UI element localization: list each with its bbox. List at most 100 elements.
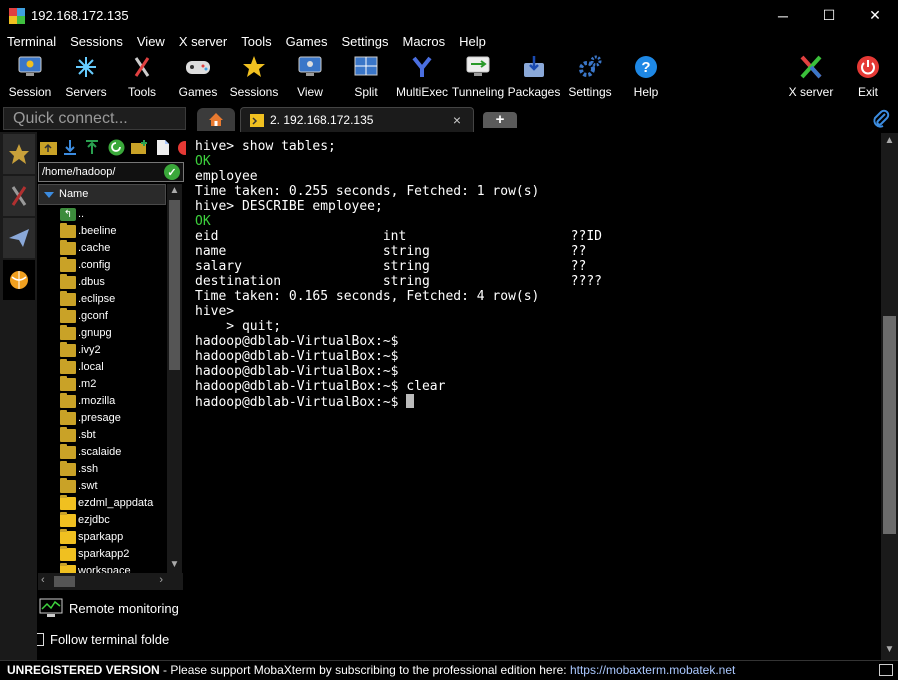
scroll-down-icon[interactable]: ▼ bbox=[167, 559, 182, 573]
gamepad-icon bbox=[185, 54, 211, 80]
list-item[interactable]: .local bbox=[37, 359, 166, 377]
hscrollbar-thumb[interactable] bbox=[54, 576, 75, 587]
scroll-down-icon[interactable]: ▼ bbox=[881, 644, 898, 658]
close-button[interactable]: ✕ bbox=[852, 0, 898, 31]
tab-session-label: 2. 192.168.172.135 bbox=[270, 113, 374, 127]
view-button[interactable]: View bbox=[282, 51, 338, 104]
scroll-up-icon[interactable]: ▲ bbox=[881, 135, 898, 149]
split-button[interactable]: Split bbox=[338, 51, 394, 104]
folder-icon bbox=[60, 376, 76, 391]
parent-folder-icon[interactable] bbox=[40, 139, 57, 156]
list-item[interactable]: .swt bbox=[37, 478, 166, 496]
home-tab[interactable] bbox=[197, 108, 235, 131]
remote-monitoring-button[interactable]: Remote monitoring bbox=[37, 596, 186, 620]
terminal-scrollbar-thumb[interactable] bbox=[883, 316, 896, 534]
file-list-scrollbar[interactable]: ▲ ▼ bbox=[167, 184, 182, 574]
folder-icon bbox=[60, 427, 76, 442]
window-title: 192.168.172.135 bbox=[31, 8, 129, 23]
menu-help[interactable]: Help bbox=[459, 34, 486, 49]
mobatek-link[interactable]: https://mobaxterm.mobatek.net bbox=[570, 663, 735, 677]
new-file-icon[interactable] bbox=[154, 139, 171, 156]
sidebar-tab-tools[interactable] bbox=[3, 176, 35, 216]
tunneling-icon bbox=[465, 54, 491, 80]
path-go-button[interactable]: ✓ bbox=[164, 164, 180, 180]
menu-tools[interactable]: Tools bbox=[241, 34, 271, 49]
folder-icon bbox=[60, 495, 76, 510]
tab-close-icon[interactable]: × bbox=[453, 112, 461, 128]
help-button[interactable]: ? Help bbox=[618, 51, 674, 104]
list-item[interactable]: .ivy2 bbox=[37, 342, 166, 360]
menu-games[interactable]: Games bbox=[286, 34, 328, 49]
menu-settings[interactable]: Settings bbox=[342, 34, 389, 49]
name-column-header[interactable]: Name bbox=[38, 184, 166, 205]
multiexec-button[interactable]: MultiExec bbox=[394, 51, 450, 104]
list-item[interactable]: .sbt bbox=[37, 427, 166, 445]
list-item[interactable]: .ssh bbox=[37, 461, 166, 479]
scrollbar-thumb[interactable] bbox=[169, 200, 180, 370]
sidebar-tab-sessions[interactable] bbox=[3, 134, 35, 174]
packages-button[interactable]: Packages bbox=[506, 51, 562, 104]
multiexec-icon bbox=[409, 54, 435, 80]
list-item[interactable]: ↰.. bbox=[37, 207, 166, 224]
terminal-line: hadoop@dblab-VirtualBox:~$ bbox=[195, 364, 399, 379]
new-folder-icon[interactable] bbox=[131, 139, 148, 156]
view-icon bbox=[297, 54, 323, 80]
list-item[interactable]: .config bbox=[37, 257, 166, 275]
tab-session[interactable]: 2. 192.168.172.135 × bbox=[240, 107, 474, 132]
list-item[interactable]: .m2 bbox=[37, 376, 166, 394]
settings-button[interactable]: Settings bbox=[562, 51, 618, 104]
list-item[interactable]: .mozilla bbox=[37, 393, 166, 411]
list-item[interactable]: .scalaide bbox=[37, 444, 166, 462]
delete-icon[interactable] bbox=[176, 139, 186, 156]
scroll-left-icon[interactable]: ‹ bbox=[41, 574, 45, 586]
refresh-icon[interactable] bbox=[108, 139, 125, 156]
exit-button[interactable]: Exit bbox=[840, 51, 896, 104]
terminal-scrollbar[interactable]: ▲ ▼ bbox=[881, 133, 898, 660]
list-item[interactable]: .dbus bbox=[37, 274, 166, 292]
list-item[interactable]: ezdml_appdata bbox=[37, 495, 166, 513]
list-item[interactable]: sparkapp bbox=[37, 529, 166, 547]
scroll-right-icon[interactable]: › bbox=[159, 574, 163, 586]
list-item[interactable]: .eclipse bbox=[37, 291, 166, 309]
list-item[interactable]: .beeline bbox=[37, 223, 166, 241]
terminal-line: employee bbox=[195, 169, 258, 184]
list-item[interactable]: .cache bbox=[37, 240, 166, 258]
servers-button[interactable]: Servers bbox=[58, 51, 114, 104]
menu-terminal[interactable]: Terminal bbox=[7, 34, 56, 49]
list-item[interactable]: .gconf bbox=[37, 308, 166, 326]
xserver-button[interactable]: X server bbox=[783, 51, 839, 104]
file-list-hscrollbar[interactable]: ‹ › bbox=[38, 573, 183, 590]
paperclip-icon[interactable] bbox=[872, 109, 890, 129]
scroll-up-icon[interactable]: ▲ bbox=[167, 185, 182, 199]
folder-icon bbox=[60, 257, 76, 272]
sessions-button[interactable]: Sessions bbox=[226, 51, 282, 104]
session-button[interactable]: Session bbox=[2, 51, 58, 104]
terminal-line: salary string ?? bbox=[195, 259, 587, 274]
follow-terminal-checkbox[interactable]: Follow terminal folde bbox=[37, 628, 186, 650]
window-icon[interactable] bbox=[879, 664, 893, 676]
sidebar-tab-macros[interactable] bbox=[3, 218, 35, 258]
minimize-button[interactable]: ─ bbox=[760, 0, 806, 31]
list-item[interactable]: .presage bbox=[37, 410, 166, 428]
folder-icon bbox=[60, 393, 76, 408]
new-tab-button[interactable]: + bbox=[483, 112, 517, 128]
maximize-button[interactable]: ☐ bbox=[806, 0, 852, 31]
list-item[interactable]: sparkapp2 bbox=[37, 546, 166, 564]
list-item[interactable]: ezjdbc bbox=[37, 512, 166, 530]
tools-icon bbox=[129, 54, 155, 80]
mobaxterm-app-icon bbox=[9, 7, 25, 24]
tools-button[interactable]: Tools bbox=[114, 51, 170, 104]
quick-connect-input[interactable]: Quick connect... bbox=[3, 107, 186, 130]
menu-view[interactable]: View bbox=[137, 34, 165, 49]
sidebar-tab-sftp[interactable] bbox=[3, 260, 35, 300]
list-item[interactable]: .gnupg bbox=[37, 325, 166, 343]
upload-icon[interactable] bbox=[84, 139, 101, 156]
download-icon[interactable] bbox=[62, 139, 79, 156]
tunneling-button[interactable]: Tunneling bbox=[450, 51, 506, 104]
menu-sessions[interactable]: Sessions bbox=[70, 34, 123, 49]
terminal-area[interactable]: hive> show tables; OK employee Time taken: … bbox=[190, 133, 881, 660]
games-button[interactable]: Games bbox=[170, 51, 226, 104]
path-input[interactable]: /home/hadoop/ bbox=[38, 162, 184, 182]
menu-xserver[interactable]: X server bbox=[179, 34, 227, 49]
menu-macros[interactable]: Macros bbox=[402, 34, 445, 49]
